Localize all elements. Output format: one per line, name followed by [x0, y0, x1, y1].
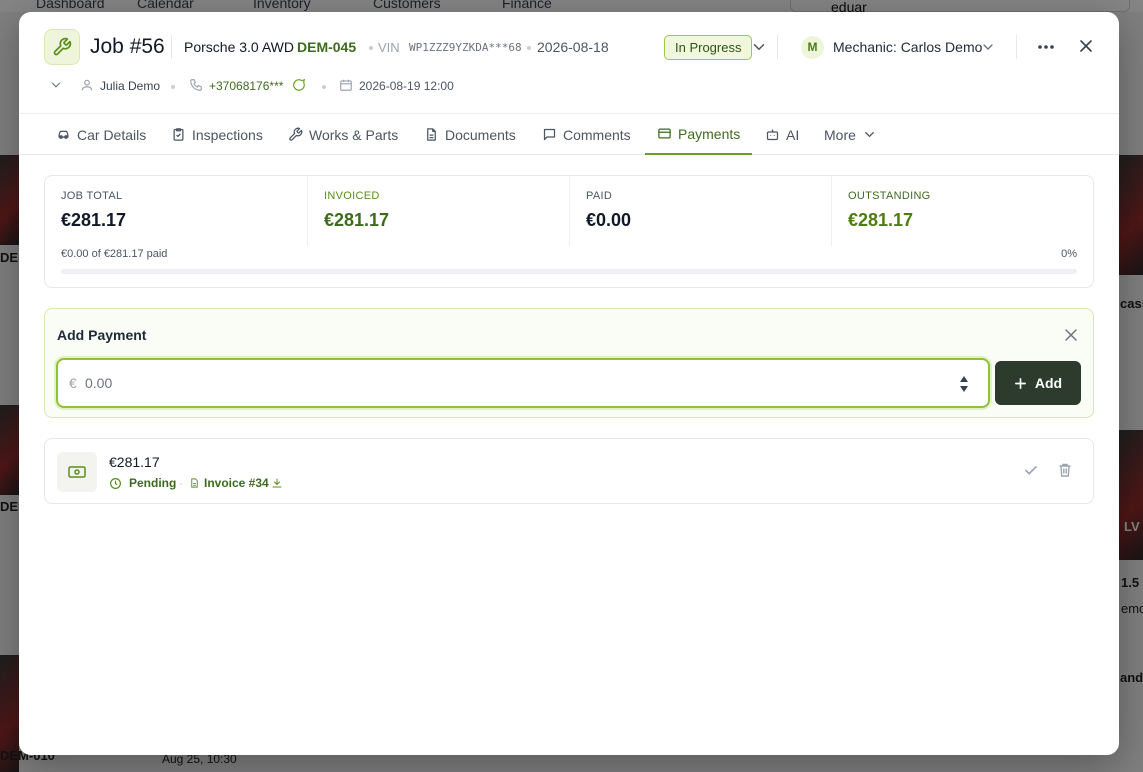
mechanic-selector[interactable]: Mechanic: Carlos Demo [833, 39, 982, 55]
separator-dot [171, 85, 175, 89]
invoiced-label: INVOICED [324, 190, 380, 202]
robot-icon [766, 129, 779, 141]
outstanding-value: €281.17 [848, 210, 914, 230]
tab-label: Payments [678, 125, 741, 142]
document-icon [191, 478, 198, 488]
progress-percent: 0% [1061, 248, 1077, 260]
vin-value: WP1ZZZ9YZKDA***68 [409, 41, 522, 54]
tab-documents[interactable]: Documents [424, 114, 516, 155]
close-icon[interactable] [1075, 35, 1097, 57]
divider [171, 35, 172, 59]
tab-car-details[interactable]: Car Details [56, 114, 146, 155]
outstanding-stat: OUTSTANDING €281.17 [832, 176, 1094, 254]
add-button-label: Add [1034, 375, 1063, 391]
clock-icon [110, 478, 121, 489]
payment-item: €281.17 Pending · Invoice #34 [44, 438, 1094, 504]
tab-inspections[interactable]: Inspections [171, 114, 263, 155]
trash-icon[interactable] [1057, 462, 1073, 478]
job-header: Job #56 Porsche 3.0 AWD DEM-045 VIN WP1Z… [19, 12, 1119, 82]
payment-status: Pending [129, 476, 177, 490]
tab-label: Works & Parts [309, 126, 399, 143]
cash-icon [57, 452, 97, 492]
progress-text: €0.00 of €281.17 paid [61, 248, 168, 260]
chevron-down-icon[interactable] [750, 38, 768, 56]
divider [1016, 35, 1017, 59]
job-modal: Job #56 Porsche 3.0 AWD DEM-045 VIN WP1Z… [19, 12, 1119, 755]
payment-progress-bar [61, 269, 1077, 274]
separator-dot: · [179, 476, 183, 490]
customer-phone[interactable]: +37068176*** [209, 79, 283, 93]
customer-name[interactable]: Julia Demo [100, 79, 160, 93]
status-badge[interactable]: In Progress [664, 35, 753, 60]
divider [777, 35, 778, 59]
amount-input[interactable] [85, 371, 945, 395]
add-payment-title: Add Payment [57, 327, 147, 343]
tab-comments[interactable]: Comments [542, 114, 631, 155]
paid-value: €0.00 [586, 210, 632, 230]
paid-label: PAID [586, 190, 613, 202]
clipboard-check-icon [173, 128, 184, 141]
tab-label: Comments [563, 126, 631, 143]
tab-ai[interactable]: AI [765, 114, 799, 155]
download-icon[interactable] [271, 477, 283, 489]
tab-label: Documents [445, 126, 516, 143]
tab-label: AI [786, 126, 800, 143]
credit-card-icon [658, 128, 671, 139]
close-icon[interactable] [1063, 327, 1079, 343]
chevron-down-icon[interactable] [49, 78, 63, 92]
chevron-down-icon[interactable] [980, 39, 996, 55]
phone-icon [190, 79, 202, 91]
job-title: Job #56 [90, 35, 165, 58]
amount-field[interactable]: € [56, 358, 990, 408]
separator-dot [369, 46, 373, 50]
plus-icon [1014, 377, 1026, 389]
separator-dot [322, 85, 326, 89]
tab-label: Car Details [77, 126, 147, 143]
document-icon [427, 128, 436, 141]
wrench-icon [44, 29, 80, 65]
invoiced-value: €281.17 [324, 210, 390, 230]
tab-payments[interactable]: Payments [645, 114, 753, 155]
message-icon[interactable] [292, 78, 306, 92]
job-total-label: JOB TOTAL [61, 190, 123, 202]
add-payment-panel: Add Payment € Add [44, 308, 1094, 418]
more-options-icon[interactable] [1034, 36, 1058, 58]
separator-dot [527, 46, 531, 50]
wrench-icon [289, 127, 303, 141]
job-subheader: Julia Demo +37068176*** 2026-08-19 12:00 [19, 74, 1119, 100]
job-date: 2026-08-18 [537, 39, 609, 55]
comment-icon [543, 128, 556, 141]
invoice-link[interactable]: Invoice #34 [204, 476, 269, 490]
invoiced-stat: INVOICED €281.17 [308, 176, 570, 254]
payment-amount: €281.17 [109, 454, 160, 470]
check-icon[interactable] [1023, 462, 1039, 478]
calendar-icon [340, 79, 352, 91]
currency-symbol: € [69, 375, 77, 391]
user-icon [81, 79, 93, 91]
tab-more[interactable]: More [824, 114, 877, 155]
tab-label: More [824, 126, 856, 143]
appointment-date[interactable]: 2026-08-19 12:00 [359, 79, 454, 93]
chevron-down-icon [865, 132, 874, 138]
tab-label: Inspections [192, 126, 263, 143]
paid-stat: PAID €0.00 [570, 176, 832, 254]
car-model: Porsche 3.0 AWD [184, 39, 294, 55]
tab-bar: Car Details Inspections Works & Parts Do… [19, 113, 1119, 155]
outstanding-label: OUTSTANDING [848, 190, 931, 202]
job-total-value: €281.17 [61, 210, 127, 230]
job-total-stat: JOB TOTAL €281.17 [45, 176, 307, 254]
tab-works-parts[interactable]: Works & Parts [288, 114, 398, 155]
payment-summary: JOB TOTAL €281.17 INVOICED €281.17 PAID … [44, 175, 1094, 288]
car-icon [58, 130, 69, 139]
add-payment-button[interactable]: Add [995, 361, 1081, 405]
vin-label: VIN [378, 40, 400, 55]
mechanic-avatar: M [801, 36, 824, 59]
number-stepper-icon[interactable] [958, 374, 970, 394]
license-plate: DEM-045 [297, 39, 357, 55]
